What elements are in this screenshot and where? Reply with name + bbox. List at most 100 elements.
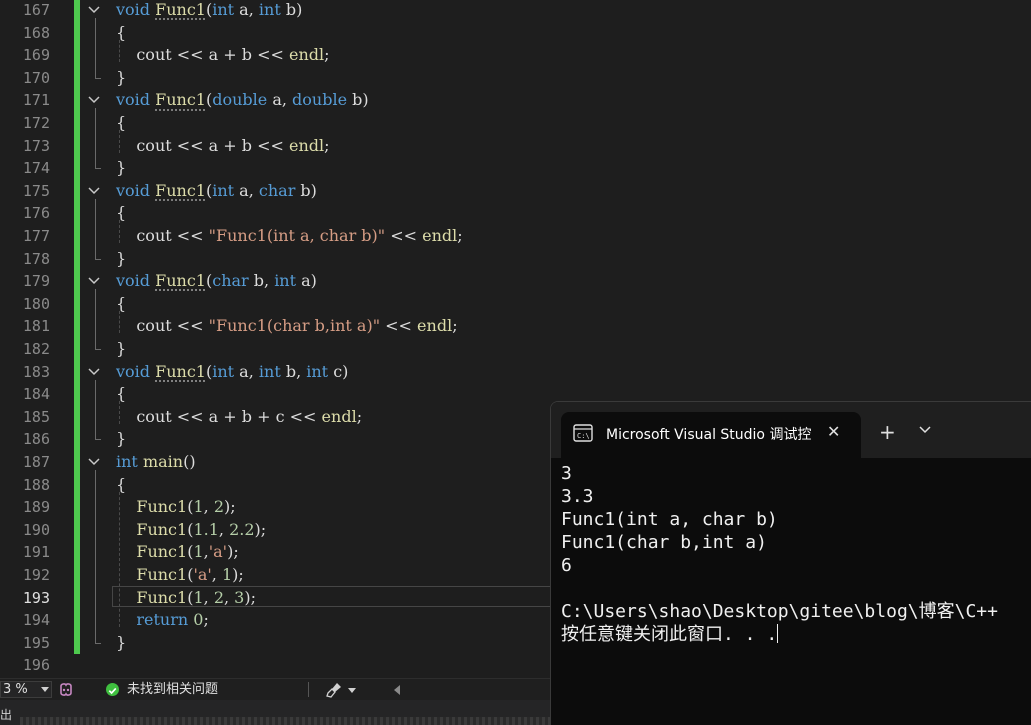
line-number: 188: [22, 475, 50, 494]
terminal-output-line: 3: [561, 462, 1031, 485]
code-line[interactable]: {: [116, 22, 126, 45]
code-token: Func1: [155, 361, 206, 381]
terminal-output-line: 3.3: [561, 485, 1031, 508]
code-token: 1: [193, 497, 204, 517]
code-token: endl: [289, 135, 325, 155]
code-line[interactable]: {: [116, 112, 126, 135]
code-line[interactable]: }: [116, 157, 126, 180]
code-token: ,: [203, 587, 214, 607]
code-token: ;: [324, 45, 330, 65]
line-number: 170: [22, 68, 50, 87]
code-line[interactable]: Func1(1,'a');: [116, 541, 238, 564]
code-line[interactable]: return 0;: [116, 609, 208, 632]
code-line[interactable]: void Func1(int a, int b, int c): [116, 361, 348, 384]
line-number: 193: [22, 588, 50, 607]
code-token: a,: [234, 361, 259, 381]
code-line[interactable]: void Func1(double a, double b): [116, 89, 369, 112]
code-token: int: [258, 361, 281, 381]
fold-range-line: [95, 289, 96, 349]
code-token: "Func1(char b,int a)": [208, 316, 381, 336]
fold-range-end: [95, 168, 101, 170]
code-token: }: [116, 67, 127, 87]
code-token: <<: [380, 316, 418, 336]
chevron-down-icon[interactable]: [348, 688, 356, 693]
code-line[interactable]: }: [116, 428, 126, 451]
code-token: Func1: [155, 90, 206, 110]
zoom-dropdown[interactable]: 3 %: [0, 681, 52, 698]
check-circle-icon: [106, 683, 119, 696]
line-number: 180: [22, 294, 50, 313]
code-token: {: [116, 203, 127, 223]
code-token: );: [244, 587, 256, 607]
terminal-output-line: 6: [561, 554, 1031, 577]
code-token: Func1: [136, 542, 188, 562]
code-token: }: [116, 248, 127, 268]
code-token: int: [212, 361, 235, 381]
line-number: 175: [22, 181, 50, 200]
line-number: 179: [22, 272, 50, 291]
code-token: 'a': [208, 542, 228, 562]
fold-range-end: [95, 258, 101, 260]
chevron-down-icon[interactable]: [919, 426, 931, 434]
code-token: a): [296, 271, 317, 291]
copilot-icon[interactable]: [58, 682, 74, 698]
code-line[interactable]: Func1('a', 1);: [116, 564, 243, 587]
code-token: ;: [457, 226, 463, 245]
scroll-left-icon[interactable]: [394, 685, 400, 695]
code-line[interactable]: {: [116, 474, 126, 497]
code-line[interactable]: {: [116, 202, 126, 225]
code-token: b): [347, 90, 369, 110]
code-token: 2.2: [229, 519, 255, 539]
new-tab-button[interactable]: +: [879, 420, 896, 444]
code-token: Func1: [155, 0, 206, 19]
code-token: ;: [356, 406, 363, 426]
code-line[interactable]: Func1(1, 2);: [116, 496, 235, 519]
code-token: ;: [324, 135, 330, 155]
line-number: 178: [22, 249, 50, 268]
code-line[interactable]: cout << a + b << endl;: [116, 135, 330, 158]
code-line[interactable]: void Func1(int a, int b): [116, 0, 302, 22]
code-token: void: [116, 0, 151, 19]
code-line[interactable]: void Func1(int a, char b): [116, 180, 317, 203]
code-cleanup-brush-icon[interactable]: [326, 682, 344, 698]
code-token: cout << a + b + c <<: [116, 406, 322, 426]
close-tab-button[interactable]: ✕: [827, 422, 840, 441]
terminal-tab[interactable]: C:\ Microsoft Visual Studio 调试控 ✕: [561, 412, 861, 458]
line-number: 181: [22, 317, 50, 336]
line-number: 174: [22, 159, 50, 178]
code-token: ,: [211, 565, 222, 584]
terminal-output[interactable]: 3 3.3 Func1(int a, char b) Func1(char b,int…: [561, 462, 1031, 722]
text-cursor: [777, 624, 779, 643]
code-line[interactable]: Func1(1, 2, 3);: [116, 587, 256, 610]
code-line[interactable]: }: [116, 632, 126, 655]
code-line[interactable]: {: [116, 293, 126, 316]
code-line[interactable]: }: [116, 248, 126, 271]
code-line[interactable]: Func1(1.1, 2.2);: [116, 519, 266, 542]
code-token: Func1: [155, 180, 206, 200]
code-token: <<: [385, 226, 423, 245]
code-line[interactable]: }: [116, 338, 126, 361]
code-line[interactable]: void Func1(char b, int a): [116, 270, 317, 293]
code-line[interactable]: cout << "Func1(char b,int a)" << endl;: [116, 315, 457, 338]
code-line[interactable]: int main(): [116, 451, 196, 474]
code-token: return: [136, 610, 189, 630]
code-token: endl: [417, 316, 453, 336]
code-token: c): [328, 361, 349, 381]
terminal-output-line: C:\Users\shao\Desktop\gitee\blog\博客\C++: [561, 600, 1031, 623]
terminal-window[interactable]: C:\ Microsoft Visual Studio 调试控 ✕ + 3 3.3…: [550, 401, 1031, 725]
code-token: (): [183, 452, 196, 471]
code-line[interactable]: {: [116, 383, 126, 406]
code-token: Func1: [136, 587, 188, 607]
code-line[interactable]: cout << a + b + c << endl;: [116, 406, 362, 429]
code-token: 2: [213, 497, 224, 517]
code-token: endl: [422, 226, 458, 245]
code-line[interactable]: cout << "Func1(int a, char b)" << endl;: [116, 225, 463, 248]
terminal-output-text: 按任意键关闭此窗口. . .: [561, 624, 778, 645]
code-line[interactable]: cout << a + b << endl;: [116, 44, 330, 67]
code-token: a,: [234, 180, 259, 200]
code-line[interactable]: }: [116, 67, 126, 90]
